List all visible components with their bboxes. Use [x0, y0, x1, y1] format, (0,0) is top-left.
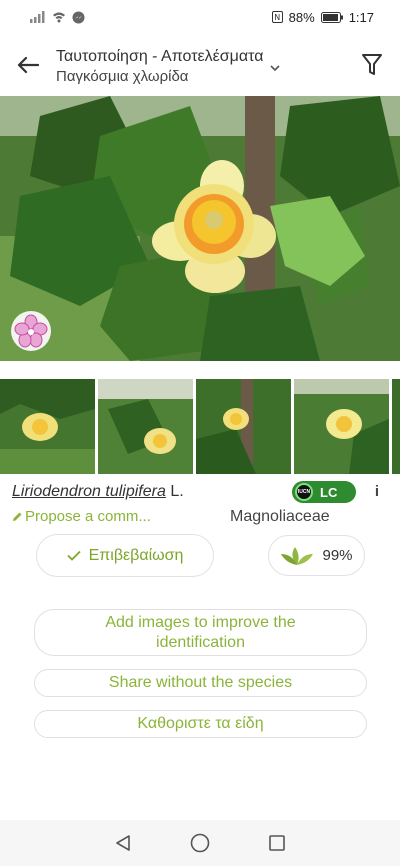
common-name-row: Propose a comm... Magnoliaceae — [12, 508, 392, 528]
svg-text:N: N — [274, 13, 280, 22]
species-name-link[interactable]: Liriodendron tulipifera — [12, 483, 166, 500]
filter-button[interactable] — [344, 34, 400, 96]
add-images-button[interactable]: Add images to improve the identification — [34, 609, 367, 656]
messenger-icon — [72, 11, 85, 23]
app-bar: Ταυτοποίηση - Αποτελέσματα Παγκόσμια χλω… — [0, 34, 400, 96]
species-row: Liriodendron tulipifera L. IUCN LC i — [12, 481, 392, 505]
confirm-button[interactable]: Επιβεβαίωση — [36, 534, 214, 577]
propose-common-name-text: Propose a comm... — [25, 508, 151, 525]
info-button[interactable]: i — [370, 483, 384, 505]
define-species-button[interactable]: Καθοριστε τα είδη — [34, 710, 367, 738]
chevron-down-icon[interactable] — [270, 65, 281, 72]
nav-recents-icon[interactable] — [268, 834, 286, 852]
pencil-icon — [13, 512, 22, 521]
wifi-icon — [53, 12, 65, 23]
score-chip[interactable]: 99% — [268, 535, 365, 576]
main-plant-photo[interactable] — [0, 96, 400, 361]
leaves-icon — [281, 546, 314, 565]
score-value: 99% — [322, 547, 353, 564]
iucn-logo: IUCN — [295, 483, 313, 501]
family-name: Magnoliaceae — [230, 508, 330, 525]
clock: 1:17 — [348, 9, 374, 25]
confirm-label: Επιβεβαίωση — [88, 546, 184, 564]
species-author: L. — [170, 483, 184, 500]
title-block[interactable]: Ταυτοποίηση - Αποτελέσματα Παγκόσμια χλω… — [56, 44, 344, 87]
nav-back-icon[interactable] — [114, 834, 132, 852]
nav-home-icon[interactable] — [190, 833, 210, 853]
check-icon — [66, 550, 81, 561]
status-bar: N 88% 1:17 — [0, 0, 400, 34]
battery-percent: 88% — [288, 9, 315, 25]
plant-organ-badge — [11, 311, 51, 351]
iucn-status-badge[interactable]: IUCN LC — [292, 481, 356, 503]
back-arrow-icon — [17, 56, 39, 74]
page-title: Ταυτοποίηση - Αποτελέσματα — [56, 47, 264, 65]
filter-icon — [362, 54, 382, 75]
thumbnail-image[interactable] — [294, 379, 389, 474]
back-button[interactable] — [0, 34, 56, 96]
thumbnail-strip[interactable] — [0, 379, 400, 474]
nfc-icon: N — [271, 11, 283, 23]
propose-common-name-link[interactable]: Propose a comm... — [12, 508, 151, 525]
thumbnail-image[interactable] — [0, 379, 95, 474]
flower-icon — [14, 314, 48, 348]
thumbnail-image[interactable] — [98, 379, 193, 474]
flora-selector[interactable]: Παγκόσμια χλωρίδα — [56, 67, 188, 87]
iucn-status-text: LC — [320, 484, 338, 500]
share-without-species-button[interactable]: Share without the species — [34, 669, 367, 697]
signal-icon — [30, 11, 45, 23]
battery-icon — [320, 11, 343, 23]
thumbnail-image[interactable] — [196, 379, 291, 474]
thumbnail-image[interactable] — [392, 379, 400, 474]
system-nav-bar — [0, 820, 400, 866]
